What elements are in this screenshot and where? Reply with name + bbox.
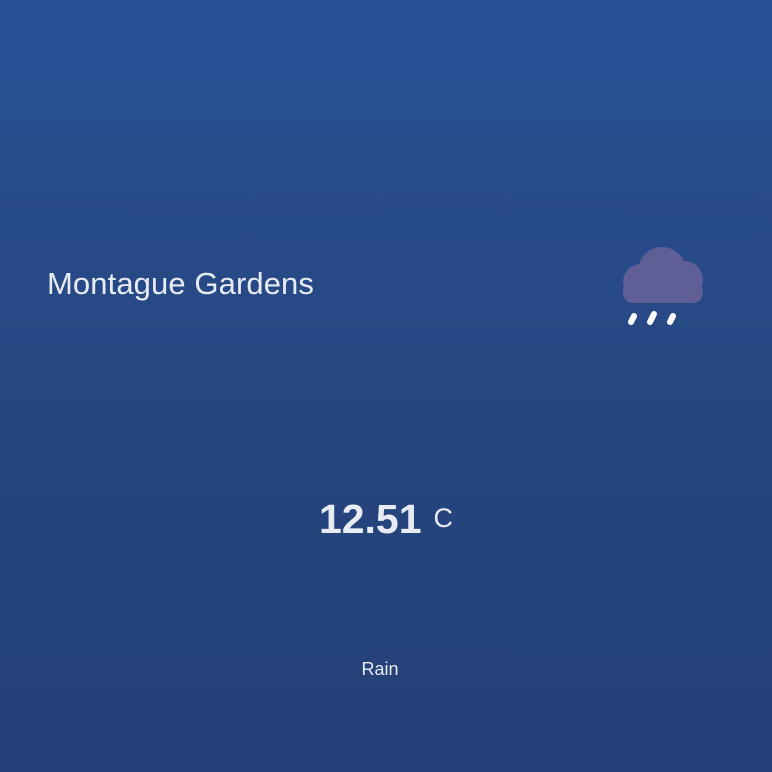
- temperature-display: 12.51 C: [0, 496, 772, 543]
- location-name: Montague Gardens: [47, 266, 314, 301]
- temperature-unit: C: [433, 503, 454, 533]
- rain-cloud-icon: [623, 247, 703, 325]
- weather-condition: Rain: [361, 659, 399, 679]
- weather-widget: Montague Gardens 12.51 C Rain: [0, 0, 772, 772]
- temperature-value: 12.51: [318, 496, 422, 542]
